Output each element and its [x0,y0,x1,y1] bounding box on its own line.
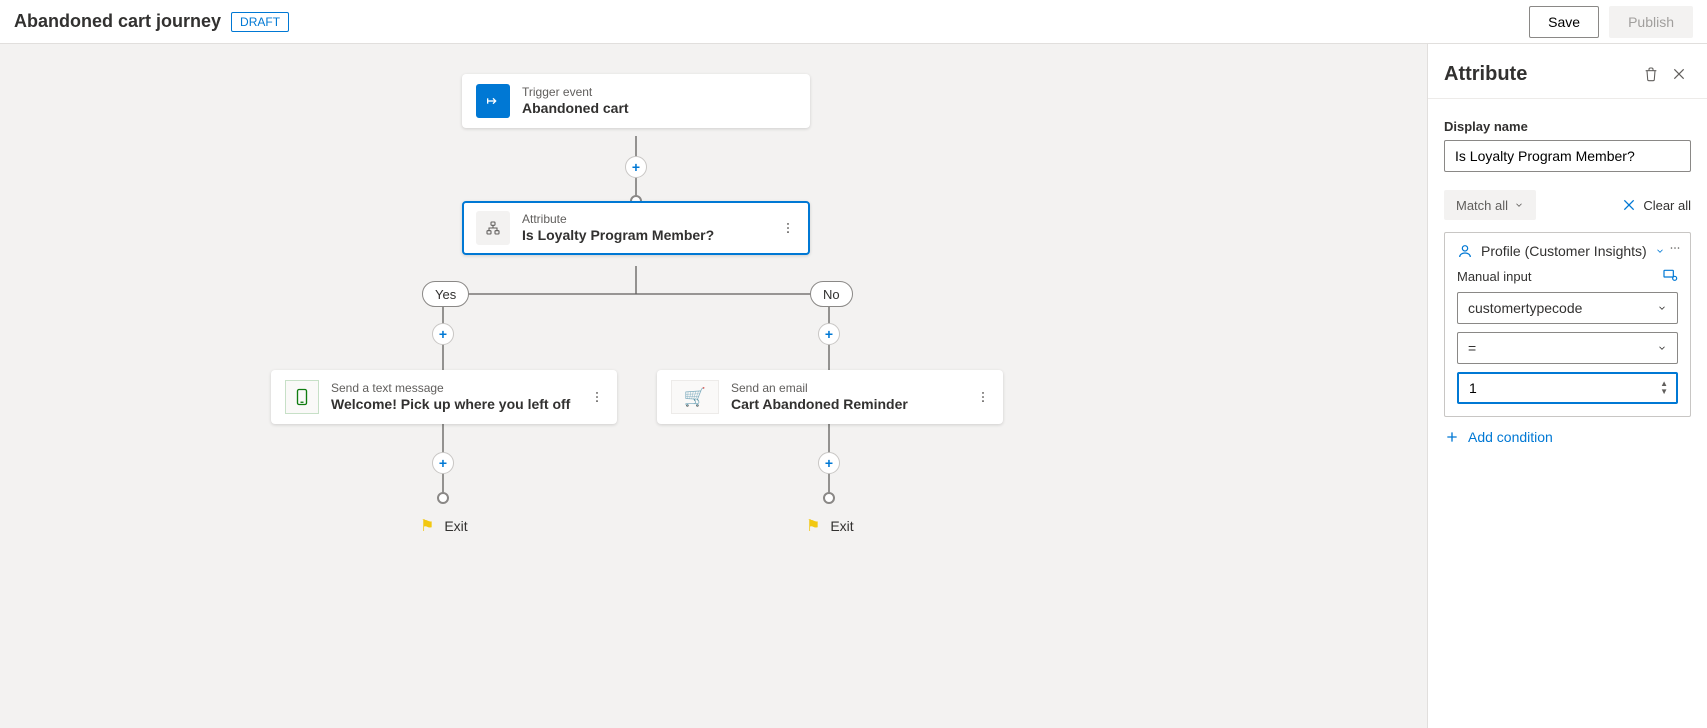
exit-no-label: Exit [830,518,853,534]
add-step-yes-button[interactable]: + [432,323,454,345]
sms-icon [285,380,319,414]
chevron-down-icon [1514,200,1524,210]
add-condition-button[interactable]: Add condition [1444,429,1691,445]
exit-no: ⚑ Exit [806,516,854,536]
terminal-joint-no [823,492,835,504]
node-trigger[interactable]: Trigger event Abandoned cart [462,74,810,128]
branch-no-chip[interactable]: No [810,281,853,307]
delete-button[interactable] [1637,60,1665,88]
condition-source-label: Profile (Customer Insights) [1481,243,1647,259]
display-name-input[interactable] [1444,140,1691,172]
node-sms-kicker: Send a text message [331,381,570,395]
close-panel-button[interactable] [1665,60,1693,88]
email-thumbnail-icon: 🛒 [671,380,719,414]
node-attribute-kicker: Attribute [522,212,714,226]
journey-canvas[interactable]: Trigger event Abandoned cart + Attribute… [0,44,1427,728]
attribute-branch-icon [476,211,510,245]
condition-source-dropdown[interactable]: Profile (Customer Insights) [1457,243,1678,259]
manual-input-label: Manual input [1457,269,1531,284]
panel-title: Attribute [1444,63,1637,86]
add-step-after-sms-button[interactable]: + [432,452,454,474]
node-attribute-label: Is Loyalty Program Member? [522,226,714,244]
condition-card: Profile (Customer Insights) Manual input… [1444,232,1691,417]
add-step-button[interactable]: + [625,156,647,178]
header-bar: Abandoned cart journey DRAFT Save Publis… [0,0,1707,44]
plus-icon [1444,429,1460,445]
flag-icon: ⚑ [806,516,820,536]
node-email[interactable]: 🛒 Send an email Cart Abandoned Reminder [657,370,1003,424]
branch-yes-chip[interactable]: Yes [422,281,469,307]
match-mode-dropdown[interactable]: Match all [1444,190,1536,220]
value-spinner[interactable]: ▲▼ [1457,372,1678,404]
save-button[interactable]: Save [1529,6,1599,38]
node-trigger-label: Abandoned cart [522,99,629,117]
operator-dropdown[interactable]: = [1457,332,1678,364]
publish-button[interactable]: Publish [1609,6,1693,38]
node-sms-more-button[interactable] [587,387,607,407]
node-attribute[interactable]: Attribute Is Loyalty Program Member? [462,201,810,255]
close-icon [1621,197,1637,213]
clear-all-label: Clear all [1643,198,1691,213]
operator-value: = [1468,340,1476,356]
node-email-more-button[interactable] [973,387,993,407]
terminal-joint-yes [437,492,449,504]
flag-icon: ⚑ [420,516,434,536]
chevron-down-icon [1657,343,1667,353]
status-badge: DRAFT [231,12,289,32]
node-sms-label: Welcome! Pick up where you left off [331,395,570,413]
add-condition-label: Add condition [1468,429,1553,445]
details-panel: Attribute Display name Match all [1427,44,1707,728]
value-input[interactable] [1467,379,1660,397]
attribute-field-dropdown[interactable]: customertypecode [1457,292,1678,324]
trigger-icon [476,84,510,118]
condition-more-button[interactable] [1666,239,1684,257]
clear-all-button[interactable]: Clear all [1621,197,1691,213]
chevron-down-icon [1657,303,1667,313]
attribute-field-value: customertypecode [1468,300,1582,316]
exit-yes-label: Exit [444,518,467,534]
add-step-no-button[interactable]: + [818,323,840,345]
page-title: Abandoned cart journey [14,11,221,32]
exit-yes: ⚑ Exit [420,516,468,536]
node-email-label: Cart Abandoned Reminder [731,395,908,413]
chevron-down-icon [1655,246,1665,256]
display-name-label: Display name [1444,119,1691,134]
node-attribute-more-button[interactable] [778,218,798,238]
node-sms[interactable]: Send a text message Welcome! Pick up whe… [271,370,617,424]
node-email-kicker: Send an email [731,381,908,395]
spinner-controls[interactable]: ▲▼ [1660,380,1668,396]
add-step-after-email-button[interactable]: + [818,452,840,474]
match-mode-label: Match all [1456,198,1508,213]
profile-icon [1457,243,1473,259]
manual-input-picker-button[interactable] [1662,267,1678,286]
node-trigger-kicker: Trigger event [522,85,629,99]
